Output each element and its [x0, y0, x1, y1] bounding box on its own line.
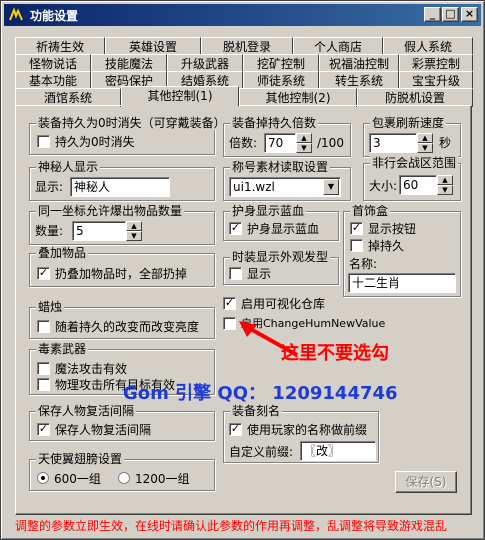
group-candle: 蜡烛 随着持久的改变而改变亮度 [29, 300, 215, 339]
shield-mp-label: 护身显示蓝血 [247, 222, 320, 236]
group-title: 护身显示蓝血 [230, 204, 307, 218]
durability-vanish-label: 持久为0时消失 [55, 135, 135, 149]
group-package-refresh: 包裹刷新速度 3 ▲ ▼ 秒 [363, 116, 461, 157]
engrave-player-name-checkbox[interactable]: ✓ [229, 423, 242, 436]
stack-items-checkbox[interactable]: ✓ [37, 267, 50, 280]
group-title: 同一坐标允许爆出物品数量 [36, 204, 185, 218]
save-revive-checkbox[interactable]: ✓ [37, 423, 50, 436]
multiplier-spinner[interactable]: ▲ ▼ [296, 133, 312, 153]
multiplier-label: 倍数: [229, 136, 258, 150]
app-icon [8, 7, 24, 23]
show-button-checkbox[interactable]: ✓ [350, 222, 363, 235]
engrave-player-name-label: 使用玩家的名称做前缀 [247, 423, 368, 437]
group-title: 蜡烛 [36, 300, 65, 314]
group-title: 叠加物品 [36, 246, 89, 260]
drop-count-input[interactable]: 5 [72, 221, 126, 241]
engrave-prefix-input[interactable]: 〖改〗 [300, 441, 376, 461]
refresh-speed-spinner[interactable]: ▲ ▼ [417, 133, 433, 153]
group-stack-items: 叠加物品 ✓ 扔叠加物品时，全部扔掉 [29, 246, 215, 287]
visual-warehouse-checkbox[interactable]: ✓ [223, 297, 236, 310]
close-button[interactable]: × [461, 7, 478, 22]
group-title: 神秘人显示 [36, 160, 101, 174]
save-button[interactable]: 保存(S) [395, 471, 457, 493]
candle-label: 随着持久的改变而改变亮度 [55, 320, 200, 334]
group-title: 天使翼翅膀设置 [36, 452, 125, 466]
group-title: 装备掉持久倍数 [230, 116, 319, 130]
accessory-name-label: 名称: [349, 257, 378, 271]
accessory-durable-checkbox[interactable] [350, 239, 363, 252]
watermark-text: Gom 引擎 QQ： 1209144746 [123, 383, 398, 404]
refresh-unit: 秒 [439, 136, 452, 150]
tab-other-control-1[interactable]: 其他控制(1) [121, 86, 239, 107]
accessory-durable-label: 掉持久 [368, 239, 405, 253]
candle-checkbox[interactable] [37, 320, 50, 333]
settings-window: 功能设置 _ □ × 祈祷生效 英雄设置 脱机登录 个人商店 假人系统 怪物说话… [0, 0, 485, 540]
group-angel-wings: 天使翼翅膀设置 600一组 1200一组 [29, 452, 215, 491]
wings-1200-label: 1200一组 [135, 472, 190, 486]
group-title: 首饰盒 [350, 204, 391, 218]
drop-count-label: 数量: [35, 224, 64, 238]
change-hum-checkbox[interactable] [223, 317, 236, 330]
multiplier-input[interactable]: 70 [264, 133, 296, 153]
chevron-down-icon[interactable]: ▼ [323, 179, 339, 195]
group-title: 毒素武器 [36, 342, 89, 356]
zone-size-input[interactable]: 60 [399, 175, 437, 195]
engrave-prefix-label: 自定义前缀: [229, 445, 294, 459]
group-accessory-box: 首饰盒 ✓ 显示按钮 掉持久 名称: 十二生肖 [343, 204, 461, 297]
group-non-pk-zone: 非行会战区范围 大小: 60 ▲ ▼ [363, 156, 461, 201]
group-title: 保存人物复活间隔 [36, 404, 137, 418]
group-title: 装备刻名 [230, 404, 283, 418]
durability-vanish-checkbox[interactable] [37, 135, 50, 148]
window-title: 功能设置 [30, 9, 79, 23]
wings-600-radio[interactable] [37, 472, 49, 484]
title-bar[interactable]: 功能设置 _ □ × [4, 4, 481, 26]
group-title: 时装显示外观发型 [230, 250, 331, 264]
fashion-hair-checkbox[interactable] [229, 267, 242, 280]
poison-magic-label: 魔法攻击有效 [55, 362, 128, 376]
fashion-hair-label: 显示 [247, 267, 272, 281]
group-fashion-hair: 时装显示外观发型 显示 [223, 250, 339, 285]
group-durability-vanish: 装备持久为0时消失（可穿戴装备） 持久为0时消失 [29, 116, 228, 155]
group-equip-engrave: 装备刻名 ✓ 使用玩家的名称做前缀 自定义前缀: 〖改〗 [223, 404, 379, 463]
zone-size-spinner[interactable]: ▲ ▼ [437, 175, 453, 195]
mystery-display-input[interactable]: 神秘人 [70, 177, 170, 197]
maximize-button[interactable]: □ [442, 7, 459, 22]
show-button-label: 显示按钮 [368, 222, 417, 236]
shield-mp-checkbox[interactable]: ✓ [229, 222, 242, 235]
accessory-name-input[interactable]: 十二生肖 [348, 273, 456, 293]
group-title: 称号素材读取设置 [230, 160, 331, 174]
zone-size-label: 大小: [369, 179, 398, 193]
minimize-button[interactable]: _ [424, 7, 441, 22]
group-save-revive: 保存人物复活间隔 ✓ 保存人物复活间隔 [29, 404, 215, 441]
drop-count-spinner[interactable]: ▲ ▼ [126, 221, 142, 241]
group-same-coord-drop: 同一坐标允许爆出物品数量 数量: 5 ▲ ▼ [29, 204, 215, 245]
save-revive-label: 保存人物复活间隔 [55, 423, 152, 437]
multiplier-suffix: /100 [317, 136, 344, 150]
poison-physical-checkbox[interactable] [37, 378, 50, 391]
group-title: 非行会战区范围 [370, 156, 459, 170]
visual-warehouse-label: 启用可视化仓库 [241, 297, 326, 311]
group-title-material: 称号素材读取设置 ui1.wzl ▼ [223, 160, 351, 201]
warning-annotation: 这里不要选勾 [281, 343, 389, 364]
wings-600-label: 600一组 [54, 472, 101, 486]
group-mystery-display: 神秘人显示 显示: 神秘人 [29, 160, 215, 201]
poison-magic-checkbox[interactable] [37, 362, 50, 375]
group-shield-mp: 护身显示蓝血 ✓ 护身显示蓝血 [223, 204, 339, 241]
group-title: 包裹刷新速度 [370, 116, 447, 130]
refresh-speed-input[interactable]: 3 [369, 133, 417, 153]
stack-items-label: 扔叠加物品时，全部扔掉 [55, 267, 188, 281]
group-title: 装备持久为0时消失（可穿戴装备） [36, 116, 228, 130]
wings-1200-radio[interactable] [118, 472, 130, 484]
group-durability-multiplier: 装备掉持久倍数 倍数: 70 ▲ ▼ /100 [223, 116, 351, 157]
mystery-display-label: 显示: [35, 180, 64, 194]
footer-note: 调整的参数立即生效，在线时请确认此参数的作用再调整，乱调整将导致游戏混乱 [15, 519, 448, 533]
